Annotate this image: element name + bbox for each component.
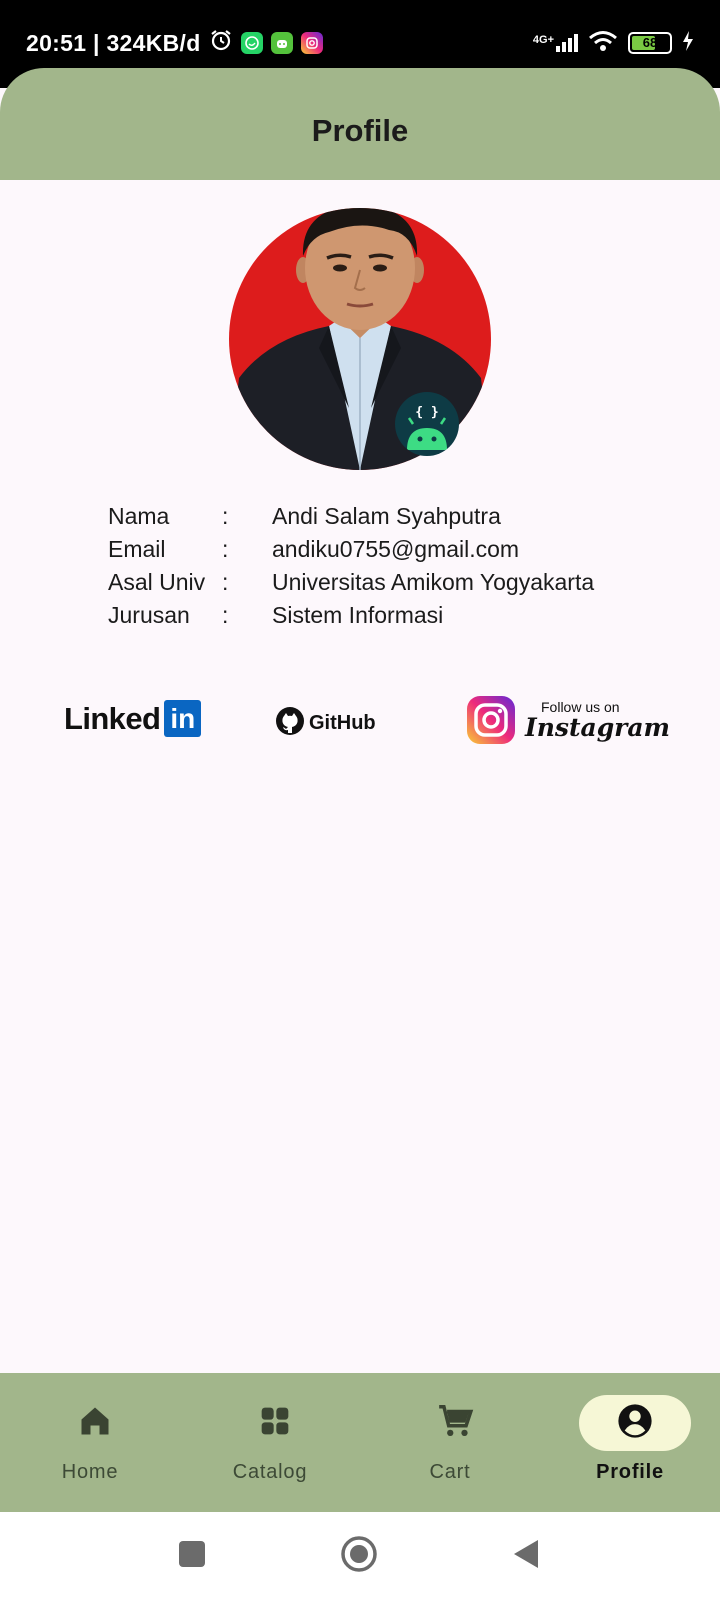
info-value-email: andiku0755@gmail.com (272, 536, 520, 562)
alarm-icon (209, 28, 233, 58)
info-value-university: Universitas Amikom Yogyakarta (272, 569, 595, 595)
github-wordmark: GitHub (309, 712, 376, 734)
info-separator: : (222, 602, 229, 628)
recent-apps-button[interactable] (170, 1534, 214, 1578)
info-separator: : (222, 569, 229, 595)
account-icon (616, 1402, 654, 1445)
github-icon (275, 706, 305, 741)
info-label: Jurusan (108, 602, 190, 628)
info-row-nama: Nama : Andi Salam Syahputra (108, 500, 594, 533)
wifi-icon (588, 30, 618, 55)
nav-label: Catalog (232, 1461, 308, 1483)
bottom-navigation: Home Catalog Cart Profile (0, 1373, 720, 1512)
charging-icon (682, 31, 694, 54)
nav-item-catalog[interactable]: Catalog (180, 1373, 360, 1512)
nav-item-profile[interactable]: Profile (540, 1373, 720, 1512)
network-type: 4G+ (532, 33, 554, 46)
info-row-university: Asal Univ : Universitas Amikom Yogyakart… (108, 566, 594, 599)
nav-label: Profile (596, 1461, 664, 1483)
home-button[interactable] (337, 1534, 381, 1578)
svg-text:{ }: { } (415, 405, 438, 420)
nav-item-home[interactable]: Home (0, 1373, 180, 1512)
info-label: Email (108, 536, 166, 562)
nav-label: Cart (429, 1461, 471, 1483)
nav-pill (39, 1395, 151, 1451)
square-icon (178, 1540, 206, 1573)
info-separator: : (222, 503, 229, 529)
nav-pill-active (579, 1395, 691, 1451)
instagram-icon (300, 32, 323, 54)
nav-pill (399, 1395, 511, 1451)
battery-level: 68 (642, 35, 658, 50)
page-title: Profile (311, 113, 409, 148)
info-label: Nama (108, 503, 170, 529)
android-app-icon (270, 32, 293, 54)
signal-icon: 4G+ (532, 33, 578, 52)
circle-home-icon (340, 1535, 378, 1578)
cart-icon (436, 1402, 474, 1445)
status-time: 20:51 | 324KB/d (26, 29, 201, 56)
info-separator: : (222, 536, 229, 562)
home-icon (77, 1403, 113, 1444)
nav-label: Home (61, 1461, 119, 1483)
nav-pill (219, 1395, 331, 1451)
top-app-bar: Profile (0, 68, 720, 180)
android-dev-badge-icon: { } (395, 392, 459, 456)
instagram-link[interactable]: Follow us on Instagram (467, 696, 670, 744)
nav-item-cart[interactable]: Cart (360, 1373, 540, 1512)
back-triangle-icon (512, 1539, 540, 1574)
social-links: Linked in GitHub Follow us on Instagram (0, 690, 720, 750)
profile-photo-container: { } (229, 208, 491, 470)
whatsapp-icon (240, 32, 263, 54)
info-value-major: Sistem Informasi (272, 602, 444, 628)
info-label: Asal Univ (108, 569, 206, 595)
linkedin-wordmark: Linked (64, 700, 161, 736)
info-row-major: Jurusan : Sistem Informasi (108, 599, 594, 632)
github-link[interactable]: GitHub (275, 706, 376, 741)
instagram-logo-icon (467, 696, 515, 744)
battery-icon: 68 (628, 31, 672, 54)
profile-info: Nama : Andi Salam Syahputra Email : andi… (108, 500, 594, 632)
linkedin-icon: in (164, 700, 202, 737)
linkedin-link[interactable]: Linked in (64, 700, 202, 737)
grid-icon (259, 1405, 291, 1442)
back-button[interactable] (504, 1534, 548, 1578)
info-value-name: Andi Salam Syahputra (272, 503, 501, 529)
info-row-email: Email : andiku0755@gmail.com (108, 533, 594, 566)
system-navigation-bar (0, 1512, 720, 1600)
instagram-wordmark: Instagram (525, 712, 670, 742)
